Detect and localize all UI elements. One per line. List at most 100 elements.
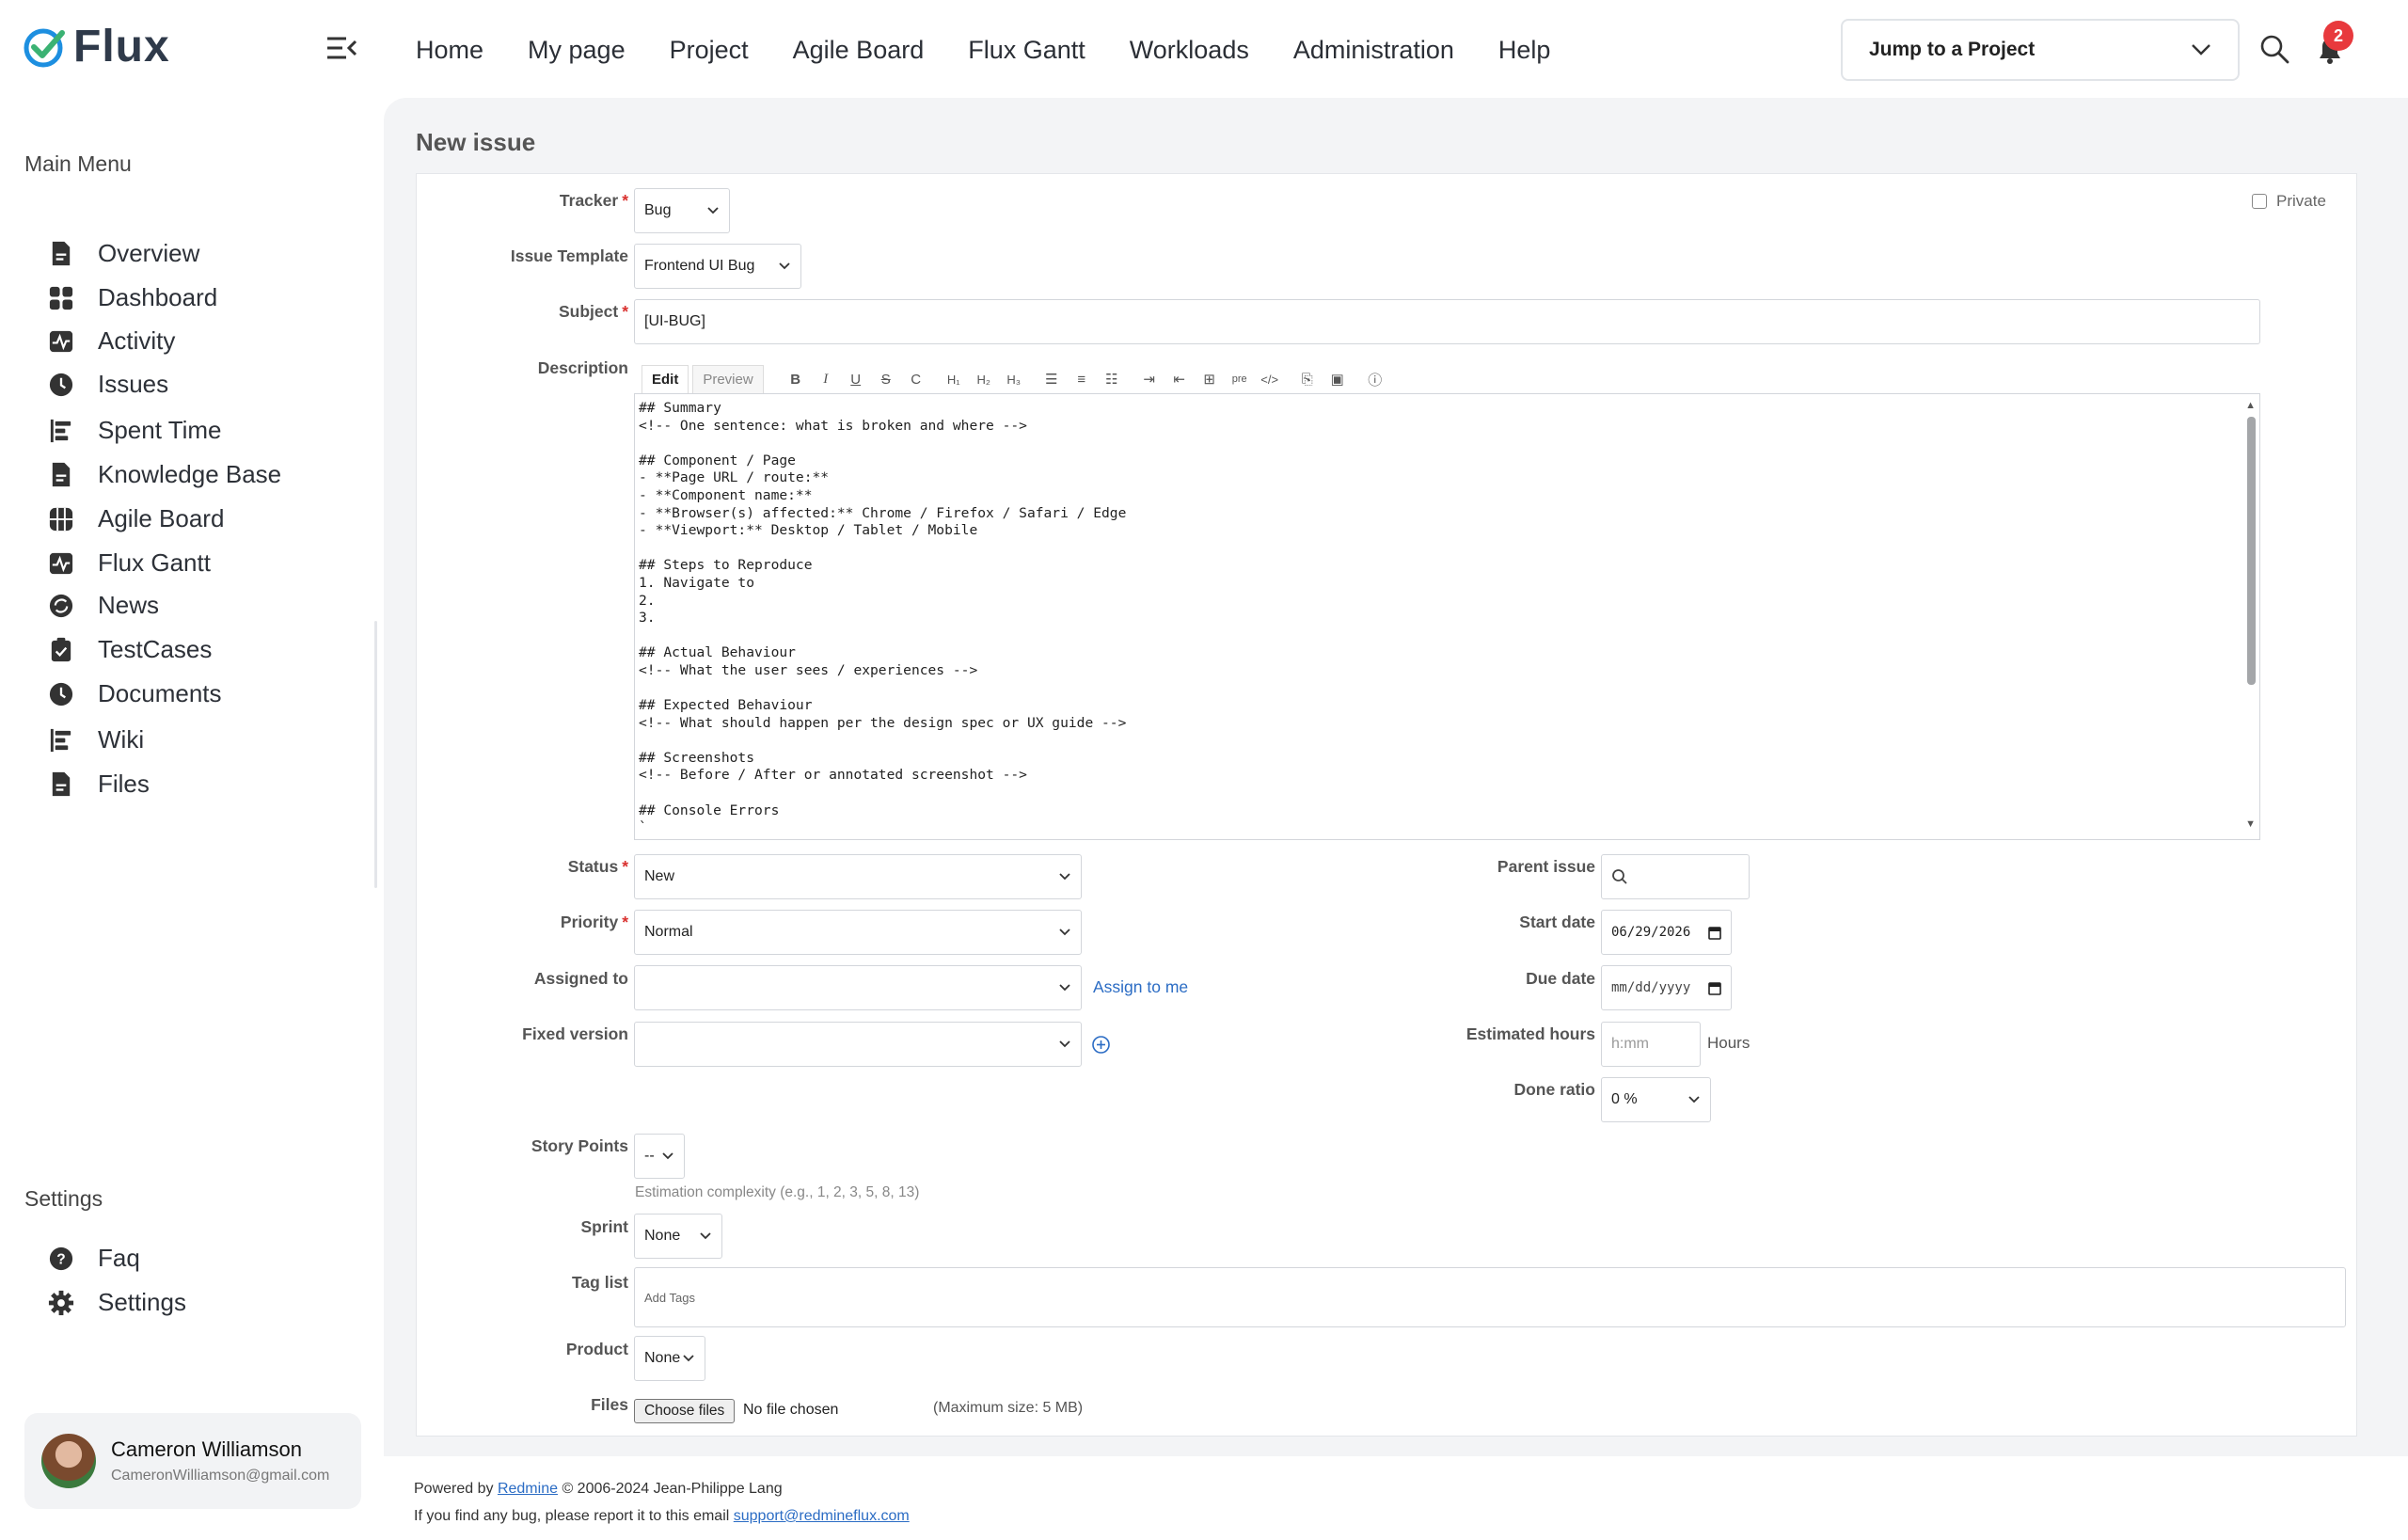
- subject-input[interactable]: [UI-BUG]: [634, 299, 2260, 344]
- done-ratio-select[interactable]: 0 %: [1601, 1077, 1711, 1122]
- grid-icon: [49, 507, 73, 531]
- editor-scrollbar[interactable]: ▲ ▼: [2242, 394, 2259, 839]
- scroll-thumb[interactable]: [2247, 417, 2256, 685]
- story-points-select[interactable]: --: [634, 1134, 685, 1179]
- assigned-to-select[interactable]: [634, 965, 1082, 1010]
- svg-text:?: ?: [56, 1251, 65, 1267]
- strikethrough-icon[interactable]: S: [871, 365, 901, 393]
- nav-help[interactable]: Help: [1498, 36, 1551, 65]
- chevron-down-icon: [683, 1355, 694, 1362]
- jump-to-project-select[interactable]: Jump to a Project: [1841, 19, 2240, 81]
- sidebar-item-files[interactable]: Files: [47, 770, 150, 799]
- private-checkbox-group[interactable]: Private: [2252, 192, 2326, 211]
- heading3-icon[interactable]: H₃: [999, 365, 1029, 393]
- sidebar-scrollbar[interactable]: [374, 621, 377, 888]
- add-version-icon[interactable]: [1091, 1035, 1111, 1055]
- start-date-input[interactable]: 06/29/2026: [1601, 910, 1732, 955]
- sidebar-item-flux-gantt[interactable]: Flux Gantt: [47, 548, 211, 578]
- story-points-label: Story Points: [531, 1136, 628, 1155]
- calendar-icon[interactable]: [1708, 926, 1721, 940]
- help-icon[interactable]: ⓘ: [1360, 365, 1390, 393]
- product-select[interactable]: None: [634, 1336, 705, 1381]
- nav-project[interactable]: Project: [670, 36, 749, 65]
- sprint-select[interactable]: None: [634, 1214, 722, 1259]
- sidebar-item-settings[interactable]: Settings: [47, 1288, 186, 1317]
- tracker-select[interactable]: Bug: [634, 188, 730, 233]
- scroll-up-icon[interactable]: ▲: [2245, 400, 2256, 411]
- due-date-input[interactable]: mm/dd/yyyy: [1601, 965, 1732, 1010]
- parent-issue-input[interactable]: [1601, 854, 1750, 899]
- link-page-icon[interactable]: ⎘: [1292, 365, 1323, 393]
- tag-list-label: Tag list: [572, 1273, 628, 1292]
- calendar-icon[interactable]: [1708, 981, 1721, 995]
- bold-icon[interactable]: B: [781, 365, 811, 393]
- sidebar-item-documents[interactable]: Documents: [47, 679, 222, 708]
- redmine-link[interactable]: Redmine: [498, 1481, 558, 1497]
- numbered-list-icon[interactable]: ≡: [1067, 365, 1097, 393]
- sidebar-item-wiki[interactable]: Wiki: [47, 725, 144, 754]
- bullet-list-icon[interactable]: ☰: [1037, 365, 1067, 393]
- nav-my-page[interactable]: My page: [528, 36, 626, 65]
- tab-edit[interactable]: Edit: [642, 365, 689, 393]
- brand-name: Flux: [73, 22, 170, 71]
- search-icon[interactable]: [2259, 34, 2289, 64]
- sidebar-item-label: News: [98, 591, 160, 619]
- pre-icon[interactable]: pre: [1225, 365, 1255, 393]
- status-select[interactable]: New: [634, 854, 1082, 899]
- indent-icon[interactable]: ⇥: [1134, 365, 1164, 393]
- task-list-icon[interactable]: ☷: [1097, 365, 1127, 393]
- tag-list-input[interactable]: Add Tags: [634, 1267, 2346, 1327]
- bars-icon: [50, 419, 71, 442]
- nav-agile-board[interactable]: Agile Board: [793, 36, 925, 65]
- tab-preview[interactable]: Preview: [692, 365, 764, 393]
- priority-label: Priority *: [560, 913, 628, 931]
- activity-icon: [49, 552, 73, 574]
- sidebar-item-faq[interactable]: ? Faq: [47, 1244, 140, 1273]
- search-icon: [1612, 869, 1627, 884]
- nav-workloads[interactable]: Workloads: [1130, 36, 1249, 65]
- fixed-version-select[interactable]: [634, 1022, 1082, 1067]
- choose-files-button[interactable]: Choose files: [634, 1399, 736, 1423]
- brand-logo[interactable]: Flux: [23, 21, 170, 72]
- inline-code-icon[interactable]: C: [901, 365, 931, 393]
- code-block-icon[interactable]: </>: [1255, 365, 1285, 393]
- sidebar-item-label: Wiki: [98, 725, 145, 754]
- sidebar-item-spent-time[interactable]: Spent Time: [47, 416, 222, 445]
- description-textarea[interactable]: ## Summary <!-- One sentence: what is br…: [634, 393, 2260, 840]
- user-card[interactable]: Cameron Williamson CameronWilliamson@gma…: [24, 1413, 361, 1509]
- copyright-text: © 2006-2024 Jean-Philippe Lang: [562, 1481, 783, 1497]
- chevron-down-icon: [1059, 873, 1070, 881]
- estimated-hours-input[interactable]: h:mm: [1601, 1022, 1701, 1067]
- sidebar-item-overview[interactable]: Overview: [47, 239, 199, 268]
- underline-icon[interactable]: U: [841, 365, 871, 393]
- outdent-icon[interactable]: ⇤: [1164, 365, 1195, 393]
- chevron-down-icon: [707, 207, 719, 214]
- issue-template-select[interactable]: Frontend UI Bug: [634, 244, 801, 289]
- sidebar-item-activity[interactable]: Activity: [47, 326, 175, 356]
- support-email-link[interactable]: support@redmineflux.com: [734, 1508, 910, 1524]
- table-icon[interactable]: ⊞: [1195, 365, 1225, 393]
- priority-select[interactable]: Normal: [634, 910, 1082, 955]
- menu-collapse-icon[interactable]: [325, 34, 357, 62]
- private-checkbox[interactable]: [2252, 194, 2267, 209]
- sidebar-item-news[interactable]: News: [47, 591, 159, 620]
- sidebar-item-agile-board[interactable]: Agile Board: [47, 504, 224, 533]
- product-value: None: [644, 1350, 681, 1366]
- product-label: Product: [565, 1340, 628, 1358]
- heading1-icon[interactable]: H₁: [939, 365, 969, 393]
- nav-administration[interactable]: Administration: [1293, 36, 1454, 65]
- image-icon[interactable]: ▣: [1323, 365, 1353, 393]
- sidebar-item-testcases[interactable]: TestCases: [47, 635, 212, 664]
- assign-to-me-link[interactable]: Assign to me: [1093, 977, 1188, 997]
- subject-value: [UI-BUG]: [644, 313, 705, 329]
- chevron-down-icon: [1059, 984, 1070, 992]
- files-label: Files: [591, 1395, 628, 1414]
- heading2-icon[interactable]: H₂: [969, 365, 999, 393]
- sidebar-item-knowledge-base[interactable]: Knowledge Base: [47, 460, 281, 489]
- nav-home[interactable]: Home: [416, 36, 483, 65]
- sidebar-item-issues[interactable]: Issues: [47, 370, 168, 399]
- nav-flux-gantt[interactable]: Flux Gantt: [968, 36, 1085, 65]
- italic-icon[interactable]: I: [811, 365, 841, 393]
- scroll-down-icon[interactable]: ▼: [2245, 818, 2256, 830]
- sidebar-item-dashboard[interactable]: Dashboard: [47, 283, 217, 312]
